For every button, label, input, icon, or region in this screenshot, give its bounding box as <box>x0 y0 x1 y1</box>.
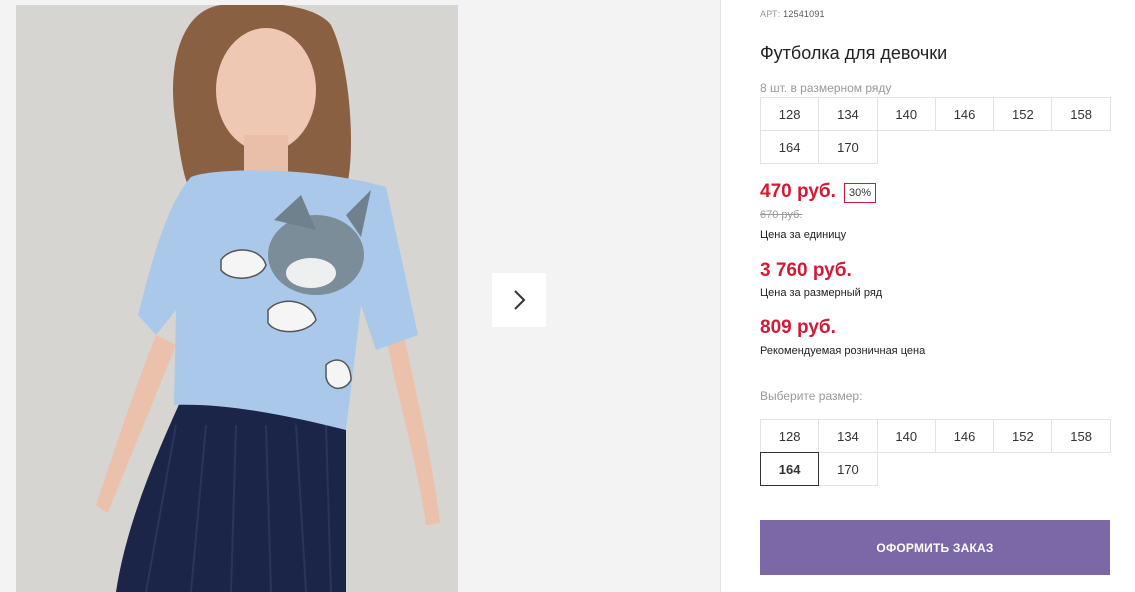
divider <box>720 0 721 592</box>
pack-size-cell: 128 <box>760 97 820 131</box>
sku-label: АРТ: <box>760 9 781 19</box>
discount-badge: 30% <box>844 183 877 203</box>
sku-value: 12541091 <box>783 9 825 19</box>
size-option[interactable]: 152 <box>993 419 1053 453</box>
old-price: 670 руб. <box>760 209 803 221</box>
retail-price-label: Рекомендуемая розничная цена <box>760 345 926 357</box>
product-title: Футболка для девочки <box>760 43 948 63</box>
pack-price-label: Цена за размерный ряд <box>760 287 883 299</box>
pack-size-cell: 152 <box>993 97 1053 131</box>
size-option[interactable]: 134 <box>818 419 878 453</box>
choose-size-label: Выберите размер: <box>760 389 863 403</box>
pack-size-cell: 170 <box>818 130 878 164</box>
size-option-selected[interactable]: 164 <box>760 452 820 486</box>
pack-price: 3 760 руб. <box>760 260 852 281</box>
unit-price-label: Цена за единицу <box>760 229 847 241</box>
pack-size-cell: 140 <box>876 97 936 131</box>
unit-price: 470 руб. <box>760 181 836 202</box>
sku: АРТ: 12541091 <box>760 9 825 19</box>
pack-size-cell: 158 <box>1051 97 1111 131</box>
chevron-right-icon <box>514 290 526 310</box>
size-option[interactable]: 158 <box>1051 419 1111 453</box>
pack-size-cell: 134 <box>818 97 878 131</box>
size-option[interactable]: 140 <box>876 419 936 453</box>
pack-size-cell: 164 <box>760 130 820 164</box>
product-photo <box>16 5 458 592</box>
order-button[interactable]: ОФОРМИТЬ ЗАКАЗ <box>760 520 1110 575</box>
pack-note: 8 шт. в размерном ряду <box>760 81 892 95</box>
next-image-button[interactable] <box>492 273 546 327</box>
size-selector: 128 134 140 146 152 158 164 170 <box>760 419 1116 486</box>
pack-size-grid: 128 134 140 146 152 158 164 170 <box>760 97 1116 164</box>
size-option[interactable]: 170 <box>818 452 878 486</box>
pack-size-cell: 146 <box>934 97 995 131</box>
product-gallery <box>0 0 721 592</box>
retail-price: 809 руб. <box>760 317 836 338</box>
size-option[interactable]: 146 <box>934 419 995 453</box>
size-option[interactable]: 128 <box>760 419 820 453</box>
